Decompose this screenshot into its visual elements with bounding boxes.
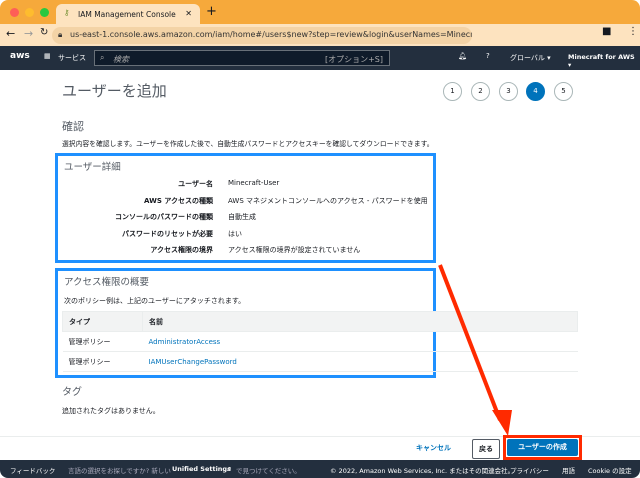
forward-icon[interactable]: → xyxy=(24,27,33,40)
language-text-end: で見つけてください。 xyxy=(236,467,301,475)
external-link-icon: ↗ xyxy=(226,465,232,473)
key-icon: ⚷ xyxy=(64,8,70,17)
detail-label: AWS アクセスの種類 xyxy=(144,197,213,205)
red-arrow-icon xyxy=(438,264,512,436)
detail-label: ユーザー名 xyxy=(178,180,213,188)
reload-icon[interactable]: ↻ xyxy=(40,27,48,38)
step-4[interactable]: 4 xyxy=(526,82,545,101)
tags-empty: 追加されたタグはありません。 xyxy=(62,407,160,415)
minimize-window-button[interactable] xyxy=(25,8,34,17)
privacy-link[interactable]: プライバシー xyxy=(510,465,549,475)
create-user-button[interactable]: ユーザーの作成 xyxy=(507,439,578,456)
new-tab-button[interactable]: + xyxy=(206,4,217,19)
user-details-panel: ユーザー詳細 ユーザー名 Minecraft-User AWS アクセスの種類 … xyxy=(55,153,436,263)
detail-value: 自動生成 xyxy=(228,213,256,221)
permissions-title: アクセス権限の概要 xyxy=(64,277,150,288)
step-1[interactable]: 1 xyxy=(443,82,462,101)
url-text: us-east-1.console.aws.amazon.com/iam/hom… xyxy=(70,30,472,39)
search-shortcut: [オプション+S] xyxy=(324,55,383,64)
detail-value: はい xyxy=(228,230,242,238)
page-title: ユーザーを追加 xyxy=(62,82,167,100)
services-menu[interactable]: サービス xyxy=(58,53,86,63)
policy-type: 管理ポリシー xyxy=(62,331,143,352)
cancel-button[interactable]: キャンセル xyxy=(416,443,451,453)
search-placeholder: 検索 xyxy=(113,55,129,64)
url-bar[interactable]: 🔒︎ us-east-1.console.aws.amazon.com/iam/h… xyxy=(52,27,472,44)
step-3[interactable]: 3 xyxy=(499,82,518,101)
permissions-description: 次のポリシー例は、上記のユーザーにアタッチされます。 xyxy=(64,297,246,305)
search-input[interactable]: ⌕ 検索 [オプション+S] xyxy=(94,50,390,66)
close-tab-icon[interactable]: ✕ xyxy=(185,9,192,18)
help-icon[interactable]: ? xyxy=(486,52,490,60)
policy-link[interactable]: IAMUserChangePassword xyxy=(149,358,237,366)
back-icon[interactable]: ← xyxy=(6,27,15,40)
account-menu[interactable]: Minecraft for AWS ▾ xyxy=(568,53,640,69)
close-window-button[interactable] xyxy=(10,8,19,17)
step-5[interactable]: 5 xyxy=(554,82,573,101)
policy-link[interactable]: AdministratorAccess xyxy=(149,338,221,346)
cookie-link[interactable]: Cookie の設定 xyxy=(588,465,632,475)
aws-logo[interactable]: aws xyxy=(10,51,30,61)
back-button[interactable]: 戻る xyxy=(472,439,500,459)
language-text: 言語の選択をお探しですか? 新しい xyxy=(68,467,171,475)
section-description: 選択内容を確認します。ユーザーを作成した後で、自動生成パスワードとアクセスキーを… xyxy=(62,140,434,148)
step-2[interactable]: 2 xyxy=(471,82,490,101)
detail-label: パスワードのリセットが必要 xyxy=(122,230,213,238)
search-icon: ⌕ xyxy=(100,53,105,62)
feedback-link[interactable]: フィードバック xyxy=(10,465,55,475)
policy-type: 管理ポリシー xyxy=(62,351,143,372)
column-header-type: タイプ xyxy=(62,311,143,332)
detail-value: AWS マネジメントコンソールへのアクセス - パスワードを使用 xyxy=(228,197,428,205)
tags-title: タグ xyxy=(62,387,82,398)
detail-label: アクセス権限の境界 xyxy=(150,246,213,254)
browser-tab[interactable]: ⚷ IAM Management Console ✕ xyxy=(56,4,200,24)
section-title: 確認 xyxy=(62,120,84,133)
profile-icon[interactable]: ■ xyxy=(602,26,611,37)
footer: フィードバック 言語の選択をお探しですか? 新しい Unified Settin… xyxy=(0,460,640,478)
bell-icon[interactable]: 🔔︎ xyxy=(458,52,467,60)
region-menu[interactable]: グローバル ▾ xyxy=(510,53,551,63)
unified-settings-link[interactable]: Unified Settings xyxy=(172,465,231,473)
detail-value: Minecraft-User xyxy=(228,179,280,187)
menu-icon[interactable]: ⋮ xyxy=(628,26,638,37)
details-title: ユーザー詳細 xyxy=(64,162,121,173)
grid-icon: ▦ xyxy=(44,52,51,60)
detail-label: コンソールのパスワードの種類 xyxy=(115,213,213,221)
terms-link[interactable]: 用語 xyxy=(562,465,575,475)
detail-value: アクセス権限の境界が設定されていません xyxy=(228,246,361,254)
maximize-window-button[interactable] xyxy=(40,8,49,17)
lock-icon: 🔒︎ xyxy=(58,30,63,39)
copyright: © 2022, Amazon Web Services, Inc. またはその関… xyxy=(330,467,515,475)
tab-title: IAM Management Console xyxy=(78,10,176,19)
